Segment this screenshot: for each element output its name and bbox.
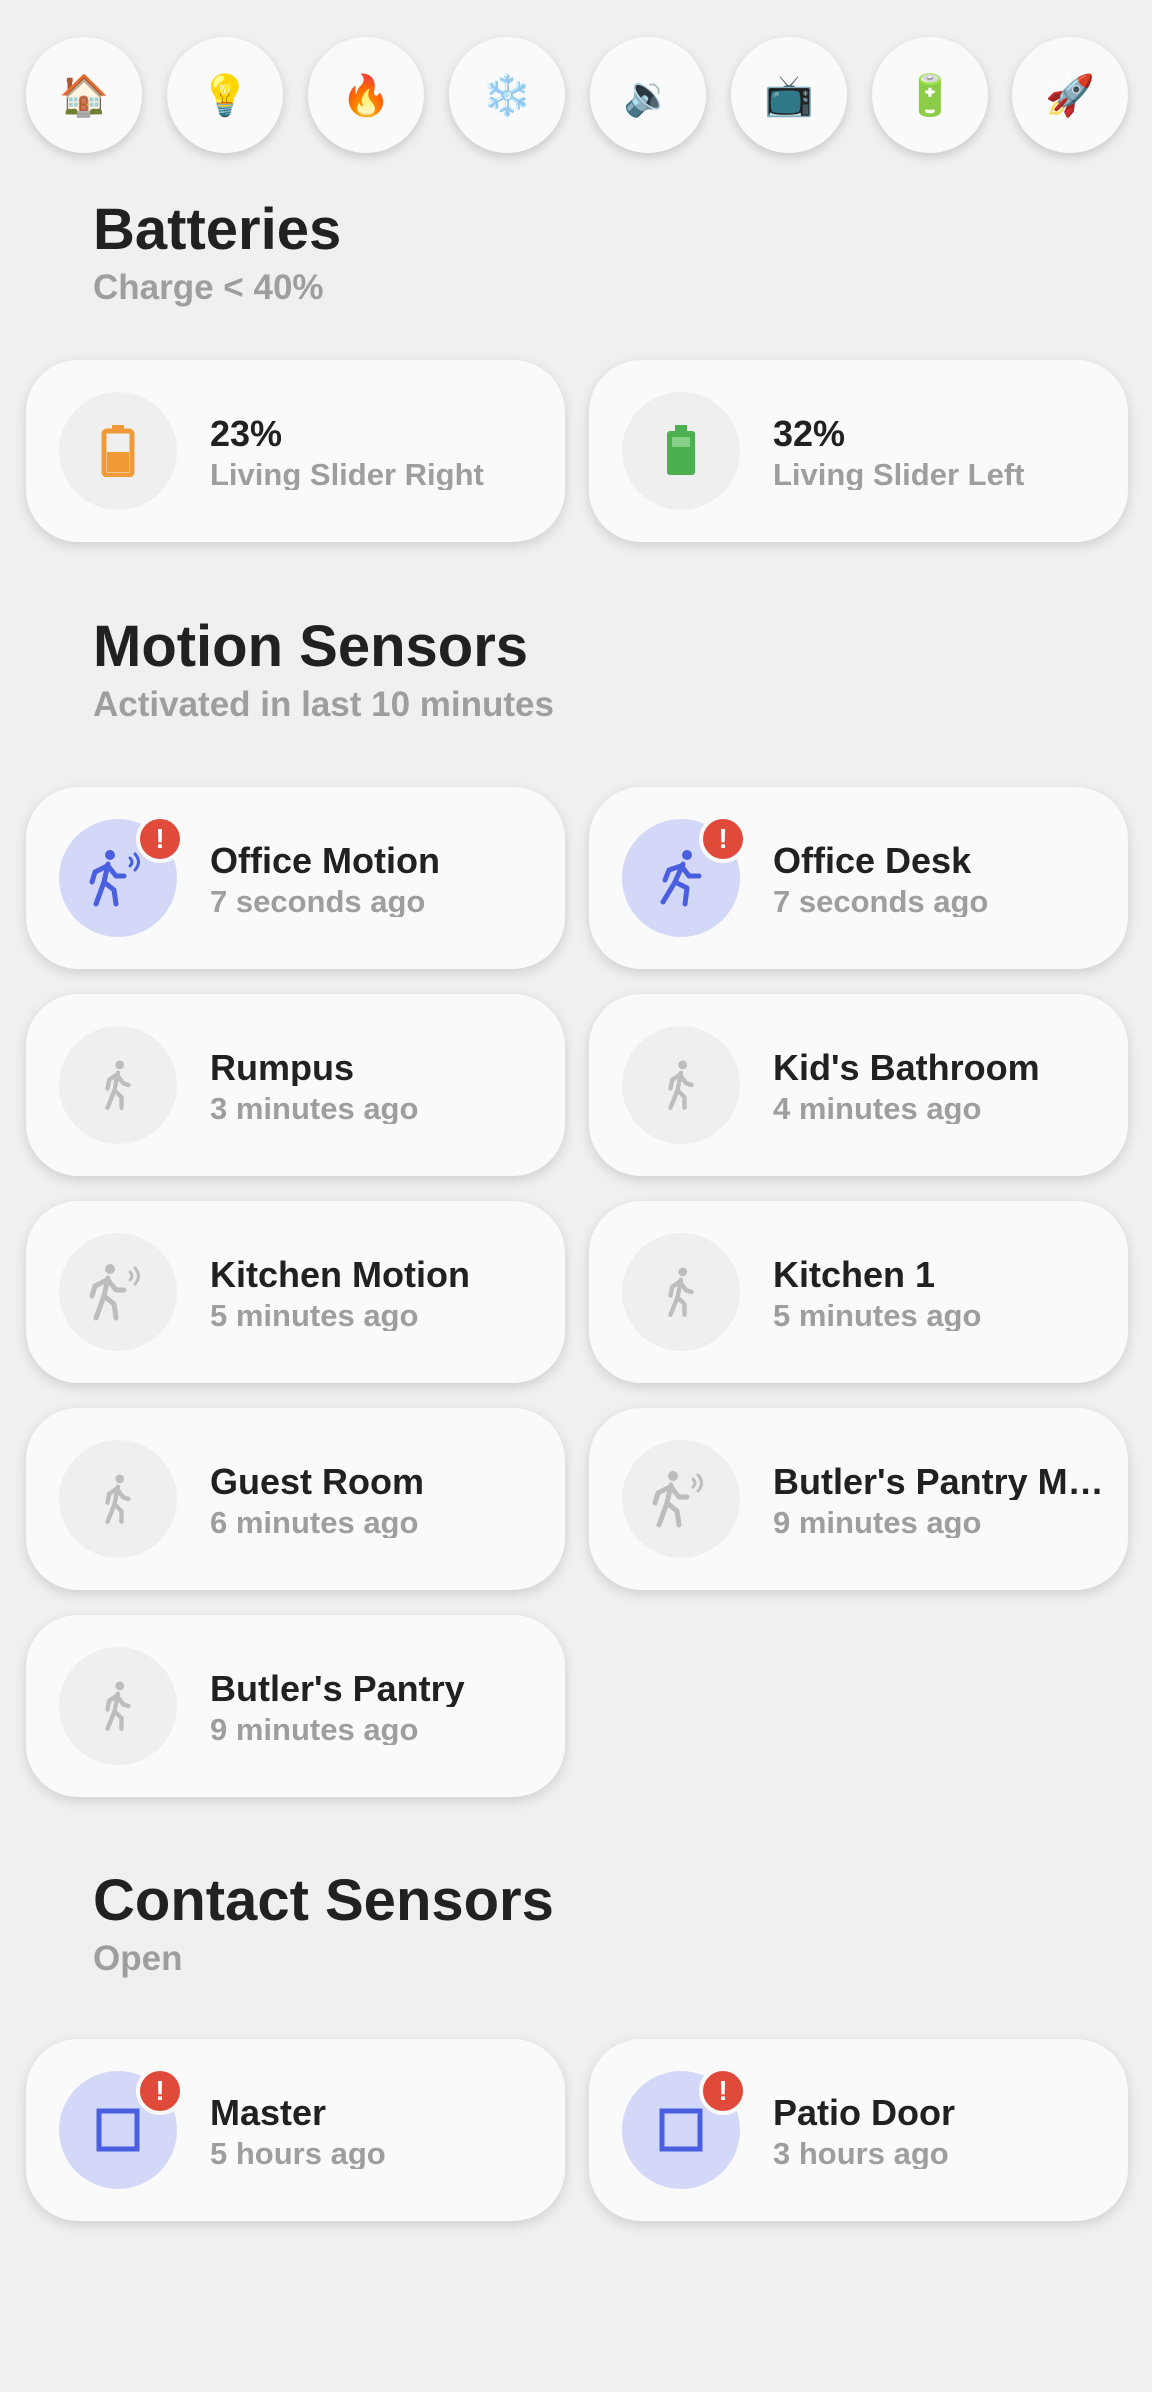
- sensor-last-changed: 5 minutes ago: [773, 1300, 982, 1331]
- nav-tv-button[interactable]: 📺: [731, 37, 847, 153]
- motion-card[interactable]: ! Office Motion 7 seconds ago: [26, 787, 565, 969]
- motion-subtitle: Activated in last 10 minutes: [93, 685, 554, 724]
- door-open-icon: [96, 2108, 140, 2152]
- motion-icon-wrap: [59, 1233, 177, 1351]
- sensor-name: Kid's Bathroom: [773, 1050, 1040, 1086]
- contact-title: Contact Sensors: [93, 1868, 554, 1933]
- motion-icon-wrap: [59, 1647, 177, 1765]
- walk-icon: [105, 1474, 131, 1524]
- sensor-last-changed: 3 hours ago: [773, 2138, 949, 2169]
- alert-badge: !: [699, 815, 747, 863]
- sensor-name: Butler's Pantry Motion: [773, 1464, 1113, 1500]
- motion-sensor-icon: [89, 850, 140, 907]
- motion-card[interactable]: Butler's Pantry 9 minutes ago: [26, 1615, 565, 1797]
- sensor-name: Rumpus: [210, 1050, 354, 1086]
- motion-icon-wrap: [622, 1026, 740, 1144]
- sensor-last-changed: 3 minutes ago: [210, 1093, 419, 1124]
- sensor-name: Office Motion: [210, 843, 440, 879]
- alert-badge: !: [699, 2067, 747, 2115]
- contact-card[interactable]: ! Patio Door 3 hours ago: [589, 2039, 1128, 2221]
- batteries-subtitle: Charge < 40%: [93, 268, 324, 307]
- motion-card[interactable]: Kitchen Motion 5 minutes ago: [26, 1201, 565, 1383]
- sensor-name: Guest Room: [210, 1464, 425, 1500]
- walk-icon: [668, 1060, 694, 1110]
- battery-value: 23%: [210, 416, 283, 452]
- walk-icon: [668, 1267, 694, 1317]
- snowflake-icon: ❄️: [482, 72, 532, 119]
- battery-icon: [667, 425, 695, 475]
- battery-name: Living Slider Left: [773, 459, 1025, 490]
- sensor-last-changed: 7 seconds ago: [773, 886, 989, 917]
- sensor-name: Butler's Pantry: [210, 1671, 465, 1707]
- contact-subtitle: Open: [93, 1939, 183, 1978]
- sensor-last-changed: 6 minutes ago: [210, 1507, 419, 1538]
- alert-badge: !: [136, 815, 184, 863]
- nav-lights-button[interactable]: 💡: [167, 37, 283, 153]
- home-icon: 🏠: [59, 72, 109, 119]
- battery-icon-wrap: [59, 392, 177, 510]
- nav-heating-button[interactable]: 🔥: [308, 37, 424, 153]
- motion-card[interactable]: Butler's Pantry Motion 9 minutes ago: [589, 1408, 1128, 1590]
- sensor-last-changed: 5 hours ago: [210, 2138, 386, 2169]
- sensor-last-changed: 5 minutes ago: [210, 1300, 419, 1331]
- motion-sensor-icon: [89, 1264, 140, 1321]
- motion-card[interactable]: Kid's Bathroom 4 minutes ago: [589, 994, 1128, 1176]
- battery-icon-wrap: [622, 392, 740, 510]
- run-icon: [660, 850, 702, 907]
- sensor-last-changed: 9 minutes ago: [773, 1507, 982, 1538]
- walk-icon: [105, 1060, 131, 1110]
- motion-card[interactable]: ! Office Desk 7 seconds ago: [589, 787, 1128, 969]
- motion-sensor-icon: [652, 1471, 703, 1528]
- alert-badge: !: [136, 2067, 184, 2115]
- nav-rocket-button[interactable]: 🚀: [1012, 37, 1128, 153]
- batteries-title: Batteries: [93, 197, 342, 262]
- sensor-last-changed: 9 minutes ago: [210, 1714, 419, 1745]
- battery-card[interactable]: 23% Living Slider Right: [26, 360, 565, 542]
- sensor-name: Patio Door: [773, 2095, 956, 2131]
- lightbulb-icon: 💡: [200, 72, 250, 119]
- contact-card[interactable]: ! Master 5 hours ago: [26, 2039, 565, 2221]
- motion-icon-wrap: [59, 1440, 177, 1558]
- motion-title: Motion Sensors: [93, 614, 529, 679]
- motion-card[interactable]: Rumpus 3 minutes ago: [26, 994, 565, 1176]
- battery-low-icon: [101, 425, 135, 477]
- motion-card[interactable]: Kitchen 1 5 minutes ago: [589, 1201, 1128, 1383]
- sensor-last-changed: 4 minutes ago: [773, 1093, 982, 1124]
- top-nav: 🏠 💡 🔥 ❄️ 🔉 📺 🔋 🚀: [26, 37, 1128, 153]
- nav-cooling-button[interactable]: ❄️: [449, 37, 565, 153]
- battery-card[interactable]: 32% Living Slider Left: [589, 360, 1128, 542]
- sensor-name: Office Desk: [773, 843, 972, 879]
- sensor-name: Kitchen 1: [773, 1257, 936, 1293]
- sensor-name: Master: [210, 2095, 327, 2131]
- battery-value: 32%: [773, 416, 846, 452]
- nav-home-button[interactable]: 🏠: [26, 37, 142, 153]
- fire-icon: 🔥: [341, 72, 391, 119]
- door-open-icon: [659, 2108, 703, 2152]
- motion-icon-wrap: [59, 1026, 177, 1144]
- battery-icon: 🔋: [905, 72, 955, 119]
- tv-icon: 📺: [764, 72, 814, 119]
- sensor-last-changed: 7 seconds ago: [210, 886, 426, 917]
- walk-icon: [105, 1681, 131, 1731]
- speaker-icon: 🔉: [623, 72, 673, 119]
- motion-icon-wrap: [622, 1233, 740, 1351]
- rocket-icon: 🚀: [1045, 72, 1095, 119]
- motion-card[interactable]: Guest Room 6 minutes ago: [26, 1408, 565, 1590]
- nav-audio-button[interactable]: 🔉: [590, 37, 706, 153]
- sensor-name: Kitchen Motion: [210, 1257, 470, 1293]
- motion-icon-wrap: [622, 1440, 740, 1558]
- nav-battery-button[interactable]: 🔋: [872, 37, 988, 153]
- battery-name: Living Slider Right: [210, 459, 484, 490]
